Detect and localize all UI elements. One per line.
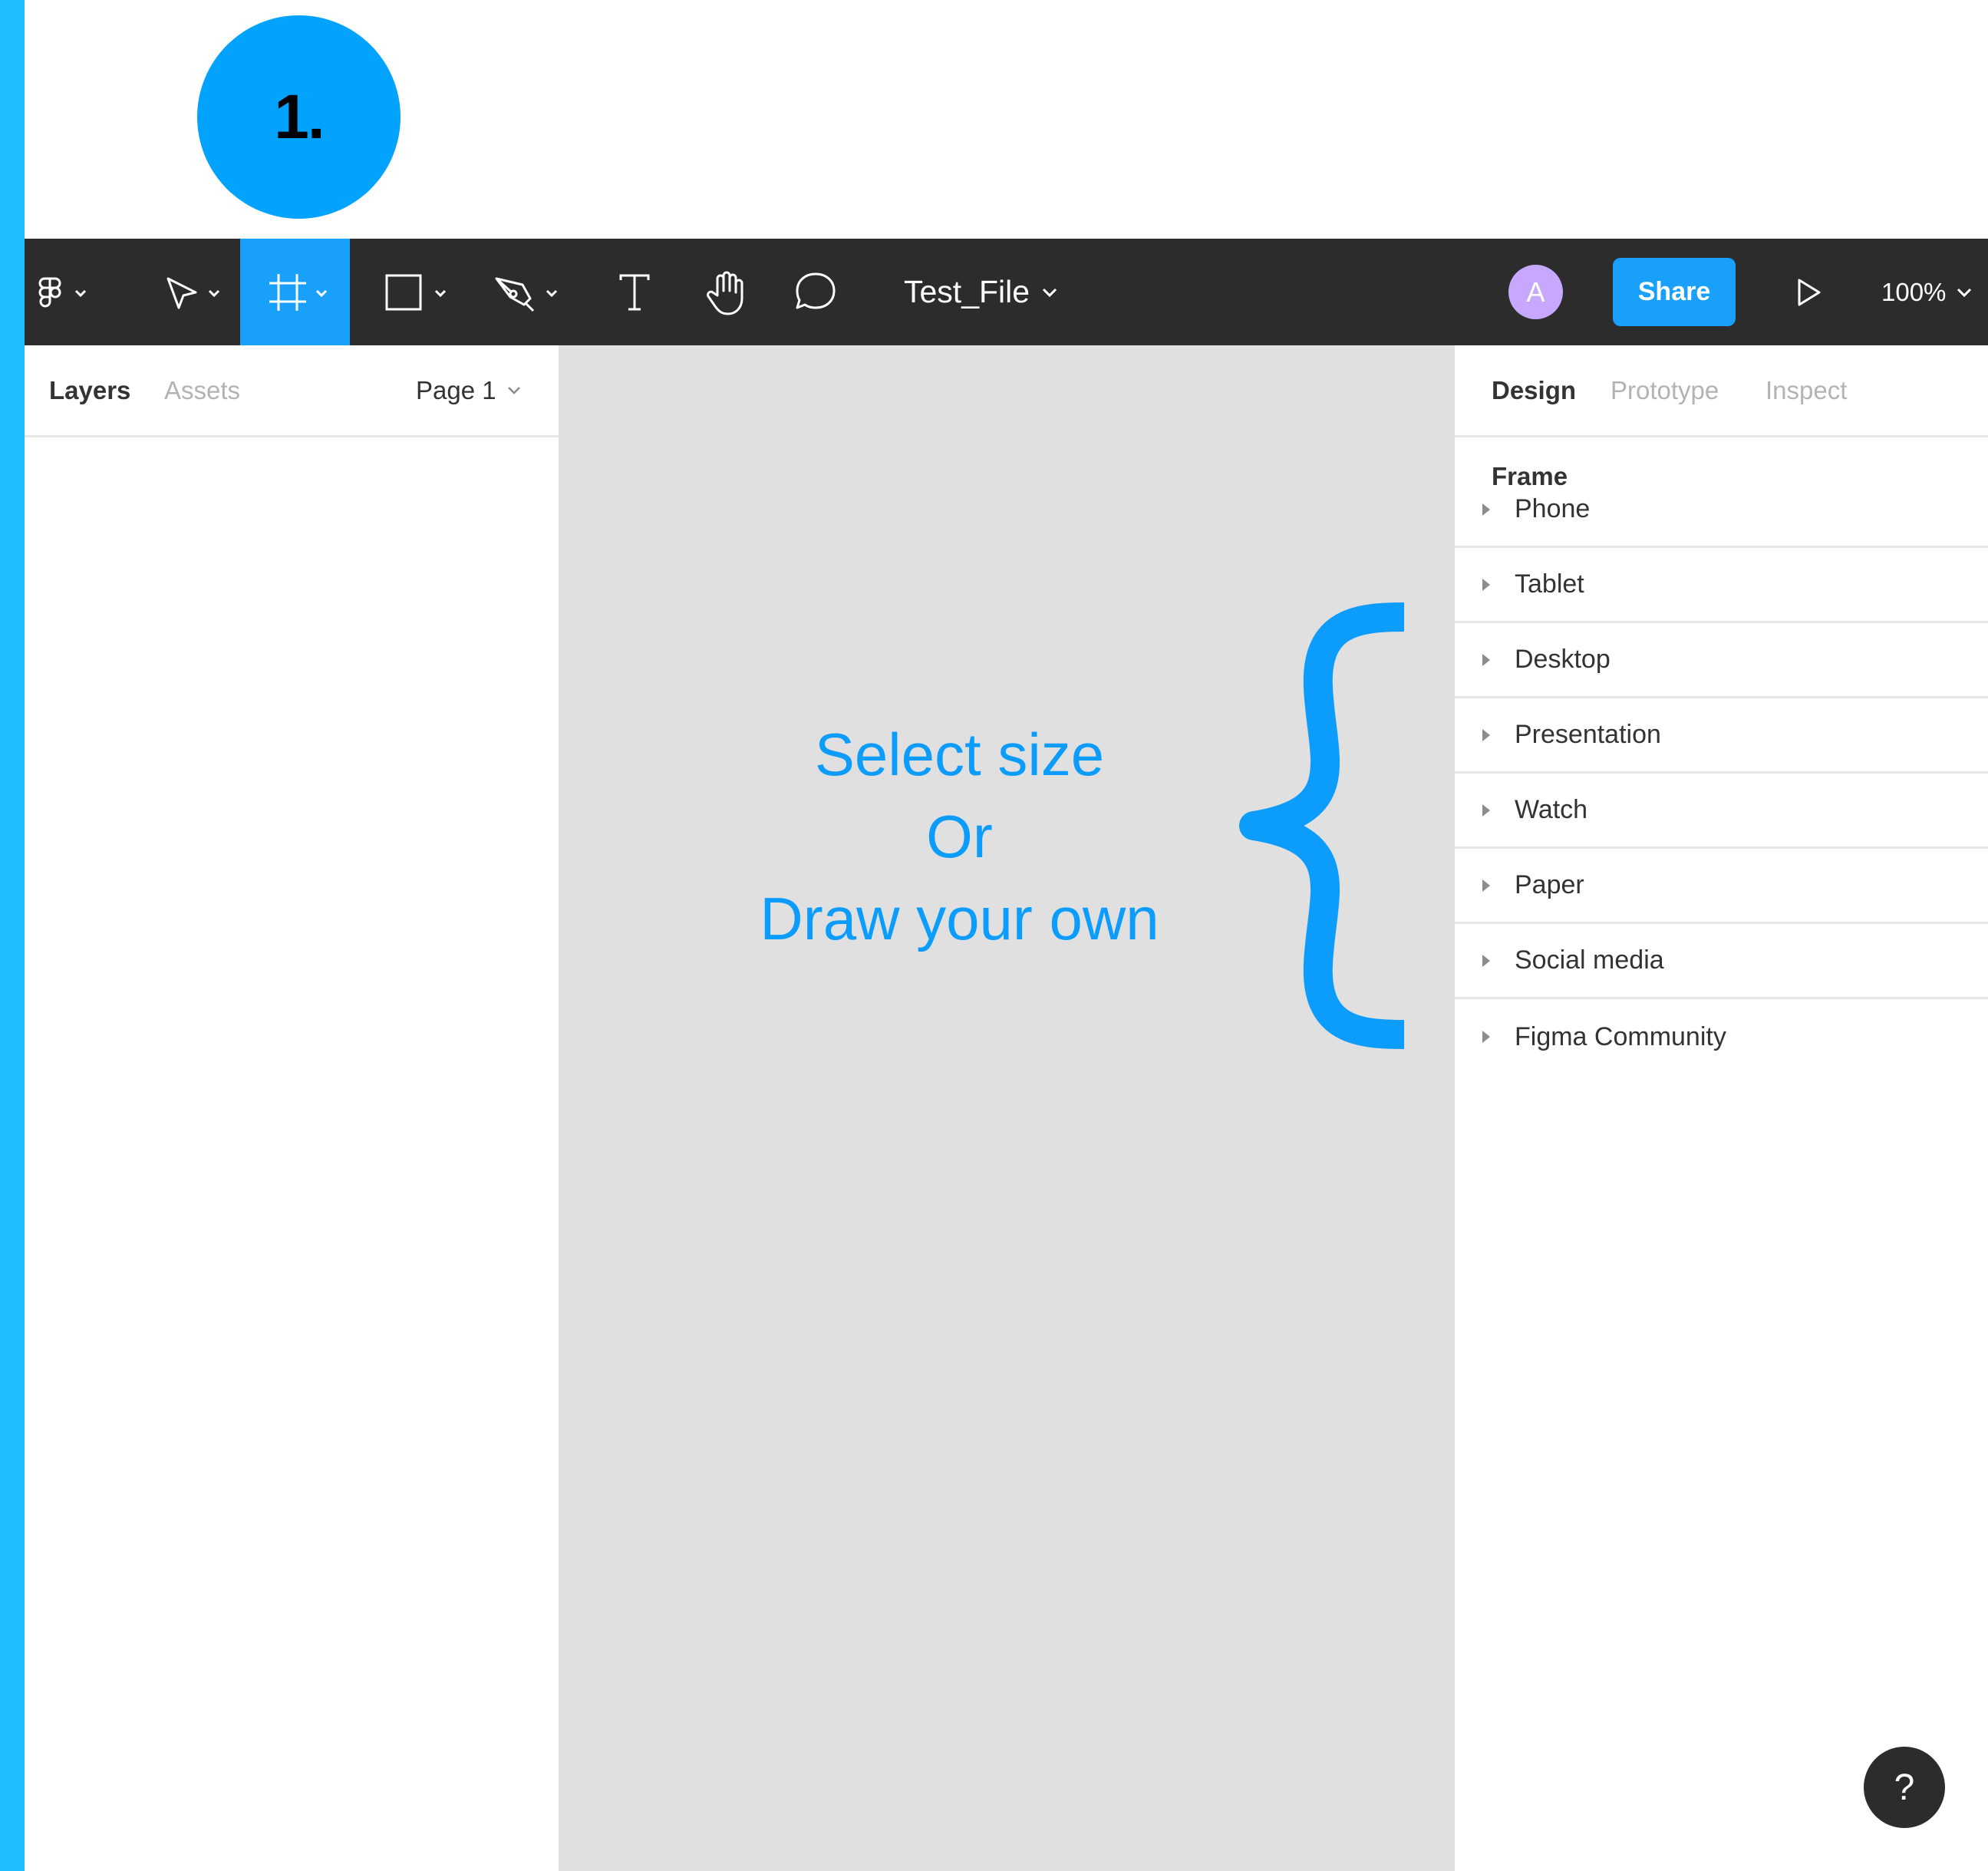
zoom-menu[interactable]: 100% bbox=[1881, 239, 1972, 345]
file-name-menu[interactable]: Test_File bbox=[904, 239, 1057, 345]
file-name-label: Test_File bbox=[904, 274, 1030, 309]
design-panel: Design Prototype Inspect Frame Phone Tab… bbox=[1455, 345, 1988, 1871]
pen-tool-button[interactable] bbox=[473, 239, 581, 345]
frame-preset-label: Presentation bbox=[1515, 720, 1661, 749]
main-menu-button[interactable] bbox=[25, 239, 106, 345]
right-panel-tabs: Design Prototype Inspect bbox=[1455, 345, 1988, 437]
tab-prototype[interactable]: Prototype bbox=[1611, 345, 1719, 436]
expand-caret-icon bbox=[1482, 503, 1490, 516]
user-avatar[interactable]: A bbox=[1508, 265, 1563, 319]
move-tool-icon bbox=[166, 277, 220, 309]
frame-preset-label: Figma Community bbox=[1515, 1021, 1726, 1051]
step-number-badge: 1. bbox=[197, 15, 401, 219]
figma-logo-icon bbox=[38, 277, 87, 307]
chevron-down-icon bbox=[507, 387, 520, 394]
expand-caret-icon bbox=[1482, 578, 1490, 591]
frame-preset-phone[interactable]: Phone bbox=[1455, 473, 1988, 548]
tab-layers-label: Layers bbox=[49, 376, 131, 404]
frame-preset-label: Social media bbox=[1515, 945, 1664, 975]
frame-preset-desktop[interactable]: Desktop bbox=[1455, 623, 1988, 698]
move-tool-button[interactable] bbox=[147, 239, 232, 345]
curly-brace-annotation bbox=[1239, 602, 1405, 1049]
tab-design[interactable]: Design bbox=[1492, 345, 1576, 436]
expand-caret-icon bbox=[1482, 879, 1490, 892]
tab-assets[interactable]: Assets bbox=[164, 345, 240, 436]
present-button[interactable] bbox=[1782, 239, 1835, 345]
frame-preset-figma-community[interactable]: Figma Community bbox=[1455, 999, 1988, 1074]
hand-tool-button[interactable] bbox=[675, 239, 775, 345]
text-tool-button[interactable] bbox=[585, 239, 684, 345]
help-icon: ? bbox=[1894, 1767, 1915, 1808]
frame-preset-tablet[interactable]: Tablet bbox=[1455, 548, 1988, 623]
frame-tool-icon bbox=[269, 273, 327, 311]
left-panel-tabs: Layers Assets Page 1 bbox=[25, 345, 559, 437]
comment-tool-button[interactable] bbox=[766, 239, 865, 345]
frame-preset-paper[interactable]: Paper bbox=[1455, 849, 1988, 924]
share-button[interactable]: Share bbox=[1613, 258, 1736, 326]
rectangle-tool-icon bbox=[385, 274, 447, 310]
chevron-down-icon bbox=[1957, 288, 1972, 297]
chevron-down-icon bbox=[546, 289, 558, 297]
avatar-initial: A bbox=[1526, 276, 1545, 308]
design-canvas[interactable]: Select size Or Draw your own bbox=[559, 345, 1455, 1871]
help-button[interactable]: ? bbox=[1864, 1747, 1945, 1828]
top-toolbar: Test_File A Share 100% bbox=[25, 239, 1988, 345]
zoom-level: 100% bbox=[1881, 277, 1947, 306]
tab-inspect-label: Inspect bbox=[1765, 376, 1848, 404]
expand-caret-icon bbox=[1482, 954, 1490, 967]
comment-tool-icon bbox=[796, 272, 836, 309]
frame-preset-label: Paper bbox=[1515, 870, 1584, 899]
frame-preset-label: Tablet bbox=[1515, 569, 1584, 599]
frame-preset-watch[interactable]: Watch bbox=[1455, 774, 1988, 849]
page-selector[interactable]: Page 1 bbox=[416, 345, 521, 436]
share-button-label: Share bbox=[1637, 277, 1711, 306]
frame-preset-social-media[interactable]: Social media bbox=[1455, 924, 1988, 999]
expand-caret-icon bbox=[1482, 804, 1490, 817]
chevron-down-icon bbox=[1043, 288, 1057, 297]
expand-caret-icon bbox=[1482, 1031, 1490, 1043]
hand-tool-icon bbox=[707, 271, 743, 315]
frame-tool-button[interactable] bbox=[240, 239, 350, 345]
step-number-label: 1. bbox=[274, 81, 325, 152]
frame-preset-presentation[interactable]: Presentation bbox=[1455, 698, 1988, 774]
frame-preset-label: Desktop bbox=[1515, 645, 1611, 674]
expand-caret-icon bbox=[1482, 653, 1490, 666]
chevron-down-icon bbox=[74, 289, 87, 297]
expand-caret-icon bbox=[1482, 728, 1490, 741]
tab-design-label: Design bbox=[1492, 376, 1577, 404]
chevron-down-icon bbox=[208, 289, 220, 297]
tab-inspect[interactable]: Inspect bbox=[1765, 345, 1847, 436]
play-icon bbox=[1798, 279, 1821, 305]
tab-layers[interactable]: Layers bbox=[49, 345, 130, 436]
page-selector-label: Page 1 bbox=[416, 376, 496, 404]
frame-preset-label: Watch bbox=[1515, 795, 1588, 824]
tab-assets-label: Assets bbox=[164, 376, 241, 404]
frame-preset-label: Phone bbox=[1515, 494, 1591, 523]
chevron-down-icon bbox=[315, 289, 327, 297]
text-tool-icon bbox=[619, 274, 650, 310]
layers-panel: Layers Assets Page 1 bbox=[25, 345, 559, 1871]
shape-tool-button[interactable] bbox=[362, 239, 470, 345]
pen-tool-icon bbox=[495, 277, 558, 312]
screenshot-stage: 1. Test_File A Share 100% Layers Assets … bbox=[0, 0, 1988, 1871]
tab-prototype-label: Prototype bbox=[1611, 376, 1719, 404]
chevron-down-icon bbox=[434, 289, 447, 297]
left-accent-stripe bbox=[0, 0, 25, 1871]
